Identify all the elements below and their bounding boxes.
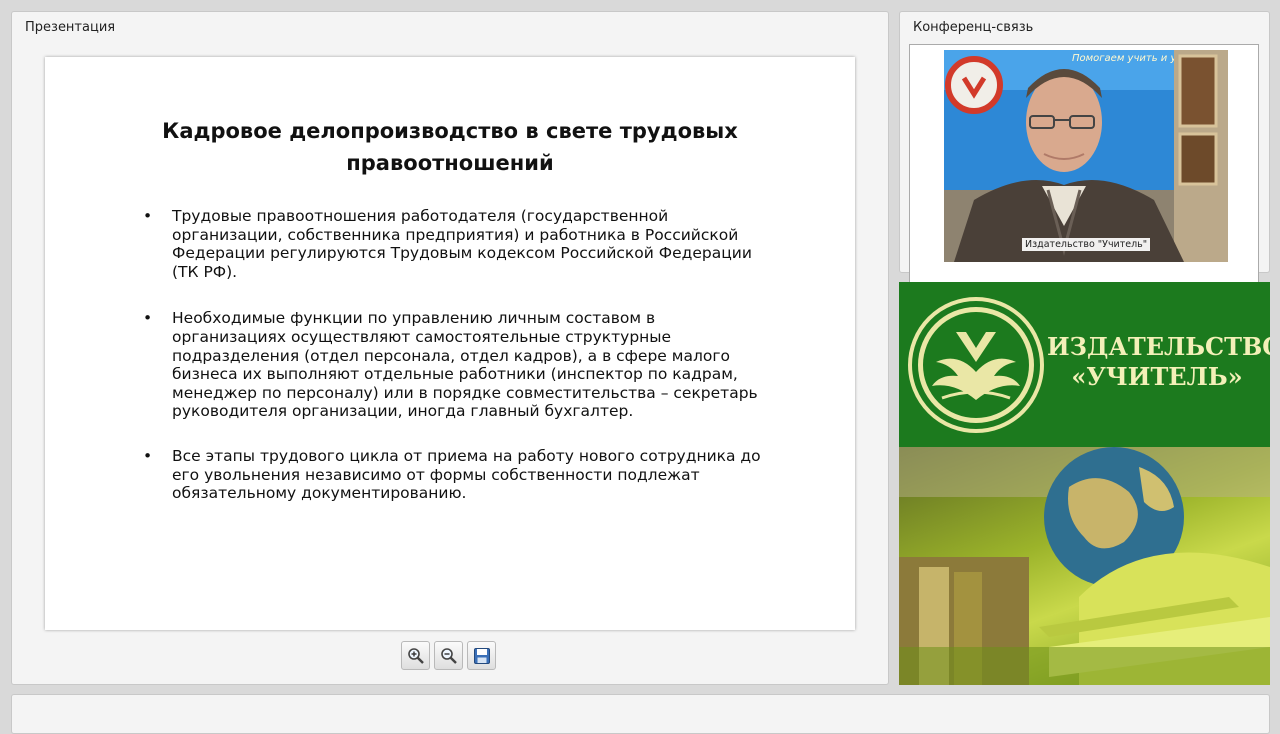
zoom-out-button[interactable] <box>434 641 463 670</box>
bullet-line: Федерации регулируются Трудовым кодексом… <box>172 244 752 263</box>
bullet-line: организациях осуществляют самостоятельны… <box>172 327 672 346</box>
bullet-line: (ТК РФ). <box>172 262 238 281</box>
publisher-banner: ИЗДАТЕЛЬСТВО «УЧИТЕЛЬ» <box>899 282 1270 685</box>
slide-title-line: Кадровое делопроизводство в свете трудов… <box>162 119 738 143</box>
slide-bullet: Все этапы трудового цикла от приема на р… <box>143 447 763 503</box>
publisher-name-line: «УЧИТЕЛЬ» <box>1071 362 1243 391</box>
floppy-disk-icon <box>473 647 490 664</box>
zoom-in-icon <box>407 647 424 664</box>
bullet-line: Все этапы трудового цикла от приема на р… <box>172 446 761 465</box>
conference-panel: Конференц-связь Помогаем учить и учиться… <box>899 11 1270 304</box>
conference-panel-title: Конференц-связь <box>913 20 1034 35</box>
bullet-line: подразделения (отдел персонала, отдел ка… <box>172 346 730 365</box>
slide-toolbar <box>401 641 496 671</box>
zoom-in-button[interactable] <box>401 641 430 670</box>
publisher-logo-icon <box>908 297 1044 433</box>
slide-bullet-list: Трудовые правоотношения работодателя (го… <box>143 207 763 529</box>
webcam-video: Помогаем учить и учиться Издательство "У… <box>944 50 1228 262</box>
bullet-line: руководителя организации, иногда главный… <box>172 402 634 421</box>
publisher-name: ИЗДАТЕЛЬСТВО «УЧИТЕЛЬ» <box>1047 332 1270 392</box>
video-caption: Издательство "Учитель" <box>1022 238 1151 251</box>
slide-bullet: Необходимые функции по управлению личным… <box>143 309 763 421</box>
presentation-panel-title: Презентация <box>25 20 116 35</box>
banner-books-image <box>899 447 1270 685</box>
publisher-name-line: ИЗДАТЕЛЬСТВО <box>1047 332 1270 361</box>
slide: Кадровое делопроизводство в свете трудов… <box>45 57 855 630</box>
webcam-image: Помогаем учить и учиться <box>944 50 1228 262</box>
bullet-line: обязательному документированию. <box>172 484 467 503</box>
bullet-line: организации, собственника предприятия) и… <box>172 225 739 244</box>
slide-title-line: правоотношений <box>346 151 554 175</box>
bullet-line: менеджер по персоналу) или в порядке сов… <box>172 383 758 402</box>
bottom-panel <box>11 694 1270 734</box>
bullet-line: Необходимые функции по управлению личным… <box>172 309 656 328</box>
save-button[interactable] <box>467 641 496 670</box>
slide-title: Кадровое делопроизводство в свете трудов… <box>45 115 855 179</box>
zoom-out-icon <box>440 647 457 664</box>
banner-logo-area: ИЗДАТЕЛЬСТВО «УЧИТЕЛЬ» <box>899 282 1270 447</box>
bullet-line: бизнеса их выполняют отдельные работники… <box>172 365 738 384</box>
bullet-line: Трудовые правоотношения работодателя (го… <box>172 207 669 225</box>
books-globe-image <box>899 447 1270 685</box>
slide-bullet: Трудовые правоотношения работодателя (го… <box>143 207 763 281</box>
bullet-line: его увольнения независимо от формы собст… <box>172 465 700 484</box>
presentation-panel: Презентация Кадровое делопроизводство в … <box>11 11 889 685</box>
